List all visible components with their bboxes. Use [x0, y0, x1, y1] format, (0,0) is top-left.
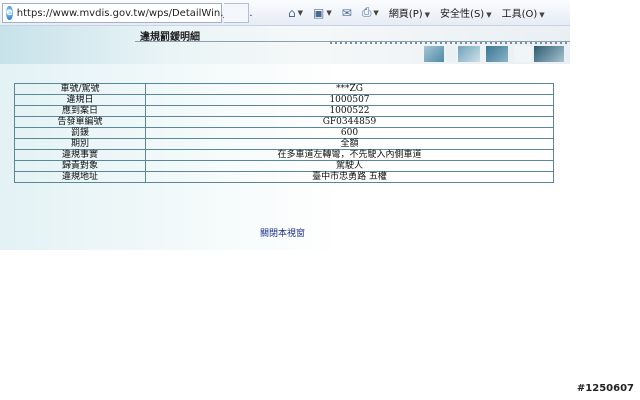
table-row: 違規事實 在多車道左轉彎，不先駛入內側車道	[14, 149, 554, 161]
table-row: 違規地址 臺中市忠勇路 五權	[14, 171, 554, 183]
table-row: 罰鍰 600	[14, 127, 554, 139]
page-menu-label: 網頁(P)	[388, 9, 423, 20]
page-header: 違規罰鍰明細	[0, 26, 570, 64]
row-value: 600	[145, 127, 554, 139]
close-window-link[interactable]: 關閉本視窗	[260, 226, 305, 239]
table-row: 告發單編號 GF0344859	[14, 116, 554, 128]
address-bar[interactable]: e https://www.mvdis.gov.tw/wps/DetailWin…	[2, 3, 253, 23]
ie-page-icon: e	[6, 6, 13, 20]
feeds-button[interactable]: ▣ ▼	[313, 6, 332, 20]
decorative-banner-image	[486, 46, 508, 62]
row-label: 違規地址	[14, 171, 146, 183]
chevron-down-icon: ▼	[297, 8, 304, 17]
address-text: https://www.mvdis.gov.tw/wps/DetailWin.j…	[16, 7, 253, 19]
chevron-down-icon: ▼	[424, 11, 431, 19]
row-label: 違規事實	[14, 149, 146, 161]
chevron-down-icon: ▼	[486, 11, 492, 19]
chevron-down-icon: ▼	[373, 8, 379, 17]
row-value: 在多車道左轉彎，不先駛入內側車道	[145, 149, 554, 161]
tools-menu[interactable]: 工具(O) ▼	[502, 5, 545, 20]
decorative-banner-image	[446, 46, 456, 62]
row-label: 應到案日	[14, 105, 146, 117]
row-value: 全額	[145, 138, 554, 150]
dotted-divider	[330, 42, 570, 44]
tools-menu-label: 工具(O)	[501, 9, 538, 20]
command-bar: ⌂ ▼ ▣ ▼ ✉ ⎙ ▼ 網頁(P) ▼ 安全性(S) ▼ 工具(O) ▼	[288, 0, 555, 25]
watermark-text: #1250607	[576, 383, 634, 394]
row-label: 告發單編號	[14, 116, 146, 128]
home-button[interactable]: ⌂ ▼	[288, 6, 303, 20]
print-button[interactable]: ⎙ ▼	[362, 5, 379, 20]
row-label: 車號/駕號	[14, 83, 146, 95]
table-row: 違規日 1000507	[14, 94, 554, 106]
mail-icon: ✉	[341, 5, 352, 20]
row-label: 罰鍰	[14, 127, 146, 139]
page-menu[interactable]: 網頁(P) ▼	[389, 5, 430, 20]
decorative-banner-image	[424, 46, 444, 62]
rss-icon: ▣	[313, 5, 325, 20]
chevron-down-icon: ▼	[539, 11, 545, 19]
row-value: ***ZG	[145, 83, 554, 95]
home-icon: ⌂	[288, 5, 296, 20]
safety-menu[interactable]: 安全性(S) ▼	[440, 5, 492, 20]
row-label: 期別	[14, 138, 146, 150]
safety-menu-label: 安全性(S)	[440, 9, 485, 20]
row-value: 駕駛人	[145, 160, 554, 172]
violation-details-table: 車號/駕號 ***ZG 違規日 1000507 應到案日 1000522 告發單編號 GF03…	[14, 83, 554, 183]
mail-button[interactable]: ✉	[342, 6, 352, 20]
table-row: 期別 全額	[14, 138, 554, 150]
table-row: 應到案日 1000522	[14, 105, 554, 117]
chevron-down-icon: ▼	[326, 8, 332, 17]
row-label: 違規日	[14, 94, 146, 106]
decorative-banner-image	[458, 46, 480, 62]
table-row: 歸責對象 駕駛人	[14, 160, 554, 172]
browser-toolbar: e https://www.mvdis.gov.tw/wps/DetailWin…	[0, 0, 570, 26]
decorative-banner-image	[534, 46, 564, 62]
row-value: GF0344859	[145, 116, 554, 128]
row-value: 1000522	[145, 105, 554, 117]
row-value: 臺中市忠勇路 五權	[145, 171, 554, 183]
decorative-banner-image	[514, 46, 532, 62]
row-label: 歸責對象	[14, 160, 146, 172]
page-content: 違規罰鍰明細 車號/駕號 ***ZG 違規日 1000507 應到案日 1000522 告發…	[0, 26, 570, 250]
printer-icon: ⎙	[361, 5, 372, 19]
new-tab-button[interactable]	[224, 3, 249, 23]
table-row: 車號/駕號 ***ZG	[14, 83, 554, 95]
row-value: 1000507	[145, 94, 554, 106]
